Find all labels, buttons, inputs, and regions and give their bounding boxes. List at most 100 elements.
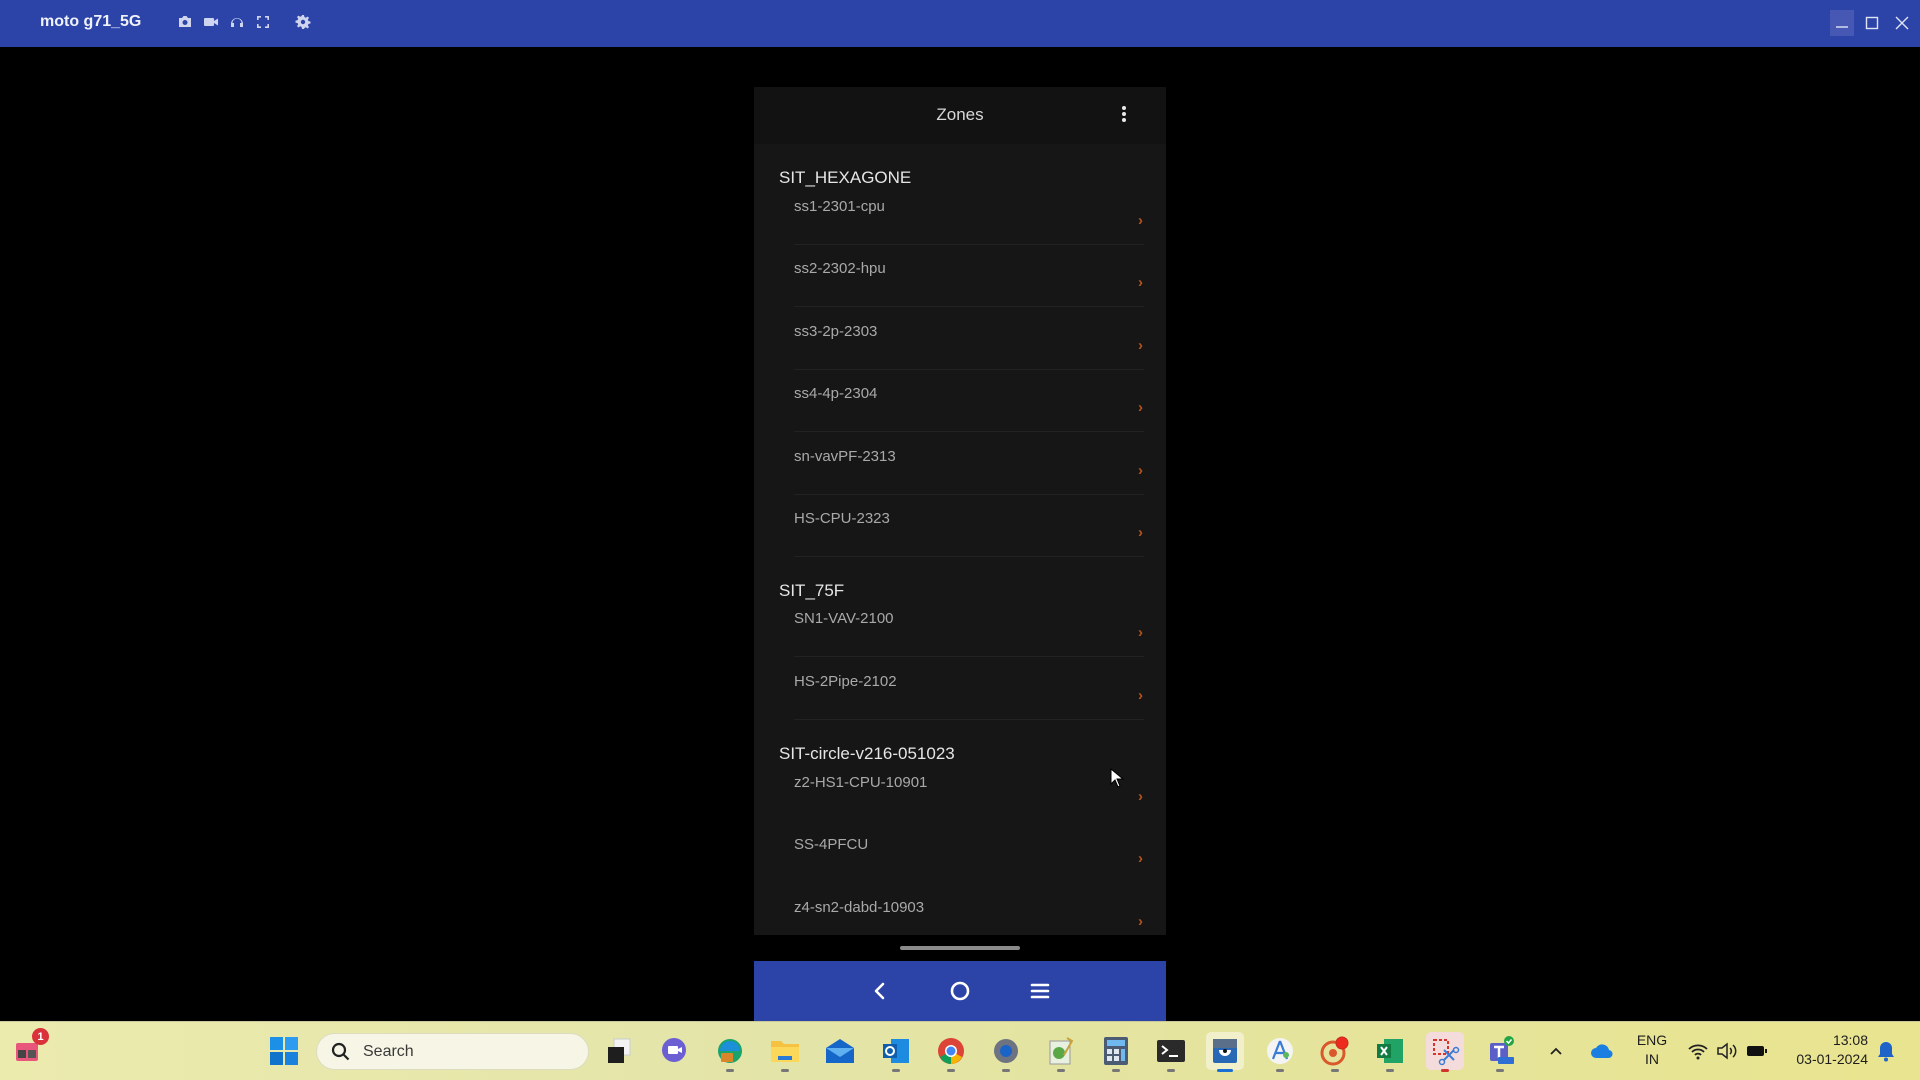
app-bar: Zones (754, 87, 1166, 144)
close-button[interactable] (1890, 10, 1914, 36)
zone-item-label: sn-vavPF-2313 (794, 448, 896, 465)
divider (794, 719, 1144, 720)
zone-item[interactable]: ss3-2p-2303 › (778, 323, 1144, 385)
maximize-button[interactable] (1860, 10, 1884, 36)
more-vertical-icon[interactable] (1118, 103, 1130, 125)
meet-icon[interactable] (655, 1032, 693, 1070)
clock[interactable]: 13:08 03-01-2024 (1776, 1031, 1868, 1069)
phone-screen: Zones SIT_HEXAGONE ss1-2301-cpu › ss2-23… (754, 87, 1166, 935)
search-placeholder: Search (363, 1042, 414, 1060)
back-button[interactable] (863, 974, 897, 1008)
camera-icon[interactable] (176, 12, 194, 32)
zone-item-label: ss4-4p-2304 (794, 385, 878, 402)
divider (794, 656, 1144, 657)
notepad-icon[interactable] (1042, 1032, 1080, 1072)
edge-icon[interactable] (711, 1032, 749, 1072)
chevron-right-icon: › (1138, 524, 1143, 541)
video-icon[interactable] (202, 12, 220, 32)
notification-badge: 1 (32, 1028, 49, 1045)
terminal-icon[interactable] (1152, 1032, 1190, 1072)
zone-item-label: SS-4PFCU (794, 836, 869, 853)
region-code: IN (1645, 1051, 1659, 1067)
zone-item[interactable]: ss4-4p-2304 › (778, 385, 1144, 447)
divider (794, 244, 1144, 245)
widgets-icon[interactable]: 1 (9, 1028, 49, 1070)
chevron-right-icon: › (1138, 462, 1143, 479)
zone-item[interactable]: HS-CPU-2323 › (778, 510, 1144, 572)
wifi-icon[interactable] (1683, 1032, 1713, 1070)
zone-item-label: z4-sn2-dabd-10903 (794, 899, 925, 916)
chrome-icon[interactable] (932, 1032, 970, 1072)
window-titlebar: moto g71_5G (0, 0, 1920, 47)
divider (794, 494, 1144, 495)
chevron-right-icon: › (1138, 212, 1143, 229)
chevron-right-icon: › (1138, 399, 1143, 416)
excel-icon[interactable] (1371, 1032, 1409, 1072)
teams-icon[interactable] (1481, 1032, 1519, 1072)
language-indicator[interactable]: ENG IN (1632, 1031, 1672, 1069)
zones-list[interactable]: SIT_HEXAGONE ss1-2301-cpu › ss2-2302-hpu… (754, 144, 1166, 935)
zone-item-label: HS-2Pipe-2102 (794, 673, 897, 690)
clock-time: 13:08 (1832, 1032, 1868, 1048)
onedrive-icon[interactable] (1587, 1032, 1617, 1070)
android-studio-icon[interactable] (1261, 1032, 1299, 1072)
zone-item[interactable]: ss1-2301-cpu › (778, 198, 1144, 260)
outlook-icon[interactable] (877, 1032, 915, 1072)
zone-item[interactable]: z4-sn2-dabd-10903 › (778, 899, 1144, 935)
language-code: ENG (1636, 1032, 1668, 1048)
page-title: Zones (936, 105, 984, 124)
zone-item[interactable]: ss2-2302-hpu › (778, 260, 1144, 322)
zone-item[interactable]: sn-vavPF-2313 › (778, 448, 1144, 510)
calculator-icon[interactable] (1097, 1032, 1135, 1072)
gesture-handle[interactable] (900, 946, 1020, 950)
settings-icon[interactable] (987, 1032, 1025, 1072)
chevron-right-icon: › (1138, 850, 1143, 867)
snipping-tool-icon[interactable] (1426, 1032, 1464, 1072)
battery-icon[interactable] (1742, 1032, 1772, 1070)
divider (794, 431, 1144, 432)
volume-icon[interactable] (1712, 1032, 1742, 1070)
menu-button[interactable] (1023, 974, 1057, 1008)
zone-item-label: HS-CPU-2323 (794, 510, 890, 527)
fullscreen-icon[interactable] (254, 12, 272, 32)
toolbar (176, 12, 312, 32)
zone-item-label: SN1-VAV-2100 (794, 610, 894, 627)
group-title: SIT_HEXAGONE (779, 168, 912, 187)
screen-recorder-icon[interactable] (1316, 1032, 1354, 1072)
mail-icon[interactable] (821, 1032, 859, 1070)
zone-item-label: ss2-2302-hpu (794, 260, 886, 277)
chevron-right-icon: › (1138, 624, 1143, 641)
search-icon (331, 1042, 350, 1060)
window-title: moto g71_5G (40, 13, 142, 30)
zone-item-label: z2-HS1-CPU-10901 (794, 774, 928, 791)
zone-item[interactable]: SN1-VAV-2100 › (778, 610, 1144, 672)
settings-gear-icon[interactable] (294, 12, 312, 32)
task-view-icon[interactable] (600, 1032, 638, 1070)
chevron-right-icon: › (1138, 788, 1143, 805)
group-title: SIT_75F (779, 581, 845, 600)
divider (794, 369, 1144, 370)
divider (794, 306, 1144, 307)
mouse-cursor-icon (1110, 768, 1124, 788)
file-explorer-icon[interactable] (766, 1032, 804, 1072)
headphones-icon[interactable] (228, 12, 246, 32)
home-button[interactable] (943, 974, 977, 1008)
windows-taskbar: 1 Search ENG IN 13:08 03-01-2024 (0, 1021, 1920, 1080)
zone-item[interactable]: HS-2Pipe-2102 › (778, 673, 1144, 735)
chevron-right-icon: › (1138, 913, 1143, 930)
chevron-right-icon: › (1138, 687, 1143, 704)
minimize-button[interactable] (1830, 10, 1854, 36)
chevron-right-icon: › (1138, 337, 1143, 354)
notification-bell-icon[interactable] (1871, 1032, 1901, 1070)
zone-item[interactable]: z2-HS1-CPU-10901 › (778, 774, 1144, 836)
chevron-up-icon[interactable] (1543, 1032, 1569, 1070)
zone-item-label: ss3-2p-2303 (794, 323, 878, 340)
divider (794, 556, 1144, 557)
chevron-right-icon: › (1138, 274, 1143, 291)
android-navbar (754, 961, 1166, 1021)
scrcpy-icon[interactable] (1206, 1032, 1244, 1072)
start-icon[interactable] (265, 1032, 303, 1070)
group-title: SIT-circle-v216-051023 (779, 744, 955, 763)
zone-item[interactable]: SS-4PFCU › (778, 836, 1144, 898)
taskbar-search-input[interactable]: Search (316, 1033, 589, 1070)
